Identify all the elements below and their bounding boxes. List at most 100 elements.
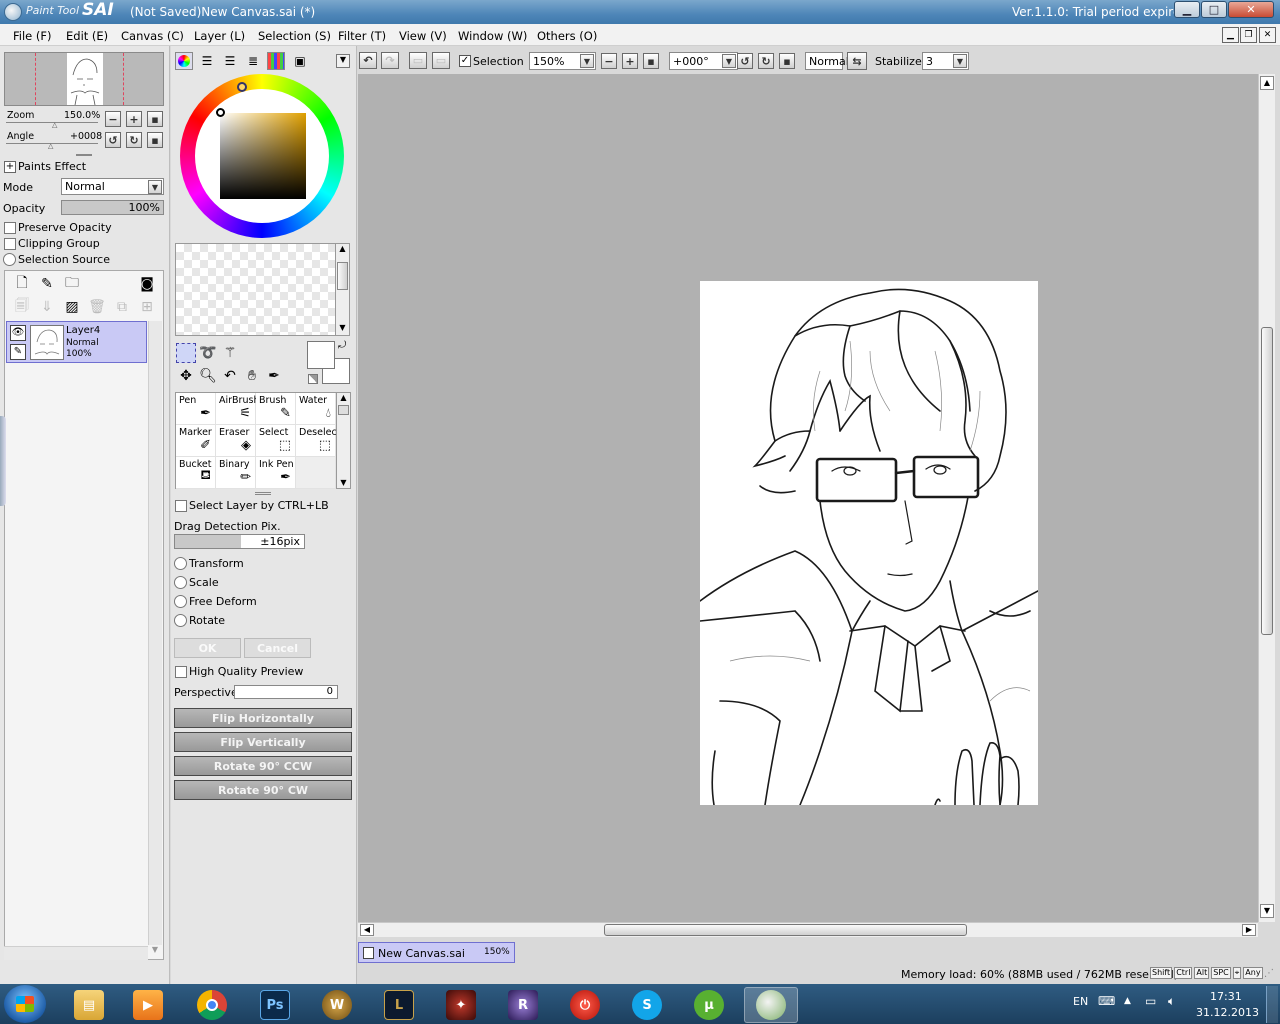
tool-marker[interactable]: Marker ✐ <box>176 425 216 457</box>
rotate-radio[interactable] <box>174 614 187 627</box>
flip-vertically-button[interactable]: Flip Vertically <box>174 732 352 752</box>
canvas-zoom-select[interactable]: 150% ▼ <box>529 52 596 70</box>
taskbar-game[interactable]: ✦ <box>434 987 488 1023</box>
layer-list-hscrollbar[interactable] <box>4 946 148 960</box>
mdi-restore-button[interactable]: ❐ <box>1240 27 1257 43</box>
taskbar-paint-tool-sai[interactable] <box>744 987 798 1023</box>
mdi-minimize-button[interactable]: ▁ <box>1222 27 1239 43</box>
rotate-reset-button[interactable]: ▪ <box>147 132 163 148</box>
panel-splitter[interactable] <box>76 154 92 156</box>
rotate-left-button[interactable]: ↺ <box>105 132 121 148</box>
eye-icon[interactable]: 👁 <box>10 325 26 341</box>
start-button[interactable] <box>4 985 46 1023</box>
flip-horizontally-button[interactable]: Flip Horizontally <box>174 708 352 728</box>
canvas-vscroll-thumb[interactable] <box>1261 327 1273 635</box>
hsv-slider-tab-icon[interactable]: ☰ <box>220 51 240 71</box>
flip-view-icon[interactable]: ⇆ <box>847 52 867 70</box>
move-icon[interactable]: ✥ <box>176 366 196 386</box>
menu-window[interactable]: Window (W) <box>458 29 527 43</box>
taskbar-lol[interactable]: L <box>372 987 426 1023</box>
free-deform-radio[interactable] <box>174 595 187 608</box>
canvas-rotate-left-button[interactable]: ↺ <box>737 53 753 69</box>
rotate-ccw-button[interactable]: Rotate 90° CCW <box>174 756 352 776</box>
selection-checkbox[interactable]: ✓ <box>459 55 471 67</box>
volume-icon[interactable]: 🔈︎ <box>1168 994 1175 1009</box>
delete-layer-icon[interactable]: 🗑 <box>87 297 107 317</box>
layer-row[interactable]: 👁 ✎ Layer4 Normal 100% <box>6 321 147 363</box>
undo-icon[interactable]: ↶ <box>359 52 377 69</box>
menu-layer[interactable]: Layer (L) <box>194 29 245 43</box>
layer-mask-icon[interactable]: ◙ <box>137 274 157 294</box>
zoom-out-button[interactable]: − <box>105 111 121 127</box>
drawing-canvas[interactable] <box>700 281 1038 805</box>
scroll-right-icon[interactable]: ▶ <box>1242 924 1256 936</box>
canvas-hscrollbar[interactable]: ◀ ▶ <box>358 922 1258 937</box>
invert-selection-icon[interactable]: ▭ <box>432 52 450 69</box>
copy-layer-icon[interactable]: 🗐 <box>12 297 32 317</box>
canvas-angle-select[interactable]: +000° ▼ <box>669 52 738 70</box>
zoom-tool-icon[interactable]: 🔍︎ <box>198 366 218 386</box>
zoom-slider-handle[interactable]: △ <box>52 121 57 129</box>
rotate-cw-button[interactable]: Rotate 90° CW <box>174 780 352 800</box>
saturation-value-square[interactable] <box>220 113 306 199</box>
swatches-tab-icon[interactable] <box>267 52 285 70</box>
rect-select-icon[interactable] <box>176 343 196 363</box>
color-wheel-tab-icon[interactable] <box>175 52 193 70</box>
canvas-zoom-reset-button[interactable]: ▪ <box>643 53 659 69</box>
cancel-button[interactable]: Cancel <box>244 638 311 658</box>
scroll-up-icon[interactable]: ▲ <box>336 244 349 256</box>
rotate-tool-icon[interactable]: ↶ <box>220 366 240 386</box>
merge-down-icon[interactable]: ⇓ <box>37 297 57 317</box>
taskbar-media-player[interactable]: ▶ <box>121 987 175 1023</box>
foreground-color-swatch[interactable] <box>307 341 335 369</box>
clear-layer-icon[interactable]: ▨ <box>62 297 82 317</box>
tool-grid-scroll-thumb[interactable] <box>338 405 349 415</box>
taskbar-chrome[interactable] <box>185 987 239 1023</box>
scroll-down-icon[interactable]: ▼ <box>337 478 350 488</box>
eyedropper-icon[interactable]: ✒ <box>264 366 284 386</box>
scratchpad[interactable] <box>175 243 337 336</box>
clock-date[interactable]: 31.12.2013 <box>1196 1006 1259 1019</box>
tool-grid-scrollbar[interactable]: ▲ ▼ <box>336 392 351 489</box>
scale-radio[interactable] <box>174 576 187 589</box>
scroll-down-icon[interactable]: ▼ <box>336 323 349 335</box>
zoom-in-button[interactable]: + <box>126 111 142 127</box>
tool-panel-splitter[interactable] <box>255 492 271 495</box>
tool-ink-pen[interactable]: Ink Pen ✒ <box>256 457 296 489</box>
sv-picker-handle[interactable] <box>216 108 225 117</box>
rotate-right-button[interactable]: ↻ <box>126 132 142 148</box>
select-layer-ctrl-checkbox[interactable] <box>175 500 187 512</box>
show-desktop-button[interactable] <box>1266 986 1278 1023</box>
tool-pen[interactable]: Pen ✒ <box>176 393 216 425</box>
zoom-reset-button[interactable]: ▪ <box>147 111 163 127</box>
selection-source-radio[interactable] <box>3 253 16 266</box>
stabilizer-select[interactable]: 3 ▼ <box>922 52 969 70</box>
keyboard-icon[interactable]: ⌨ <box>1098 994 1115 1008</box>
resize-grip-icon[interactable]: ⋰ <box>1264 968 1274 979</box>
scratchpad-scroll-thumb[interactable] <box>337 262 348 290</box>
tool-eraser[interactable]: Eraser ◈ <box>216 425 256 457</box>
paints-effect-expand-icon[interactable]: + <box>4 161 16 173</box>
menu-file[interactable]: File (F) <box>13 29 52 43</box>
deselect-icon[interactable]: ▭ <box>409 52 427 69</box>
menu-others[interactable]: Others (O) <box>537 29 597 43</box>
scroll-up-icon[interactable]: ▲ <box>1260 76 1274 90</box>
canvas-zoom-in-button[interactable]: + <box>622 53 638 69</box>
preserve-opacity-checkbox[interactable] <box>4 222 16 234</box>
tool-deselect[interactable]: Deselect ⬚ <box>296 425 340 457</box>
pen-lock-icon[interactable]: ✎ <box>10 344 26 360</box>
new-layer-icon[interactable]: 🗋 <box>12 274 32 294</box>
layer-list-scroll-down[interactable]: ▼ <box>148 945 162 959</box>
taskbar-explorer[interactable]: ▤ <box>62 987 116 1023</box>
transform-radio[interactable] <box>174 557 187 570</box>
angle-slider-handle[interactable]: △ <box>48 142 53 150</box>
tray-expand-icon[interactable]: ▲ <box>1124 996 1131 1006</box>
menu-canvas[interactable]: Canvas (C) <box>121 29 184 43</box>
color-mixer-tab-icon[interactable]: ≣ <box>243 51 263 71</box>
ok-button[interactable]: OK <box>174 638 241 658</box>
new-folder-icon[interactable]: 🗀 <box>62 274 82 294</box>
merge-visible-icon[interactable]: ⧉ <box>112 297 132 317</box>
menu-selection[interactable]: Selection (S) <box>258 29 331 43</box>
drag-detection-slider[interactable]: ±16pix <box>174 534 305 549</box>
transparent-color-icon[interactable] <box>308 374 318 384</box>
